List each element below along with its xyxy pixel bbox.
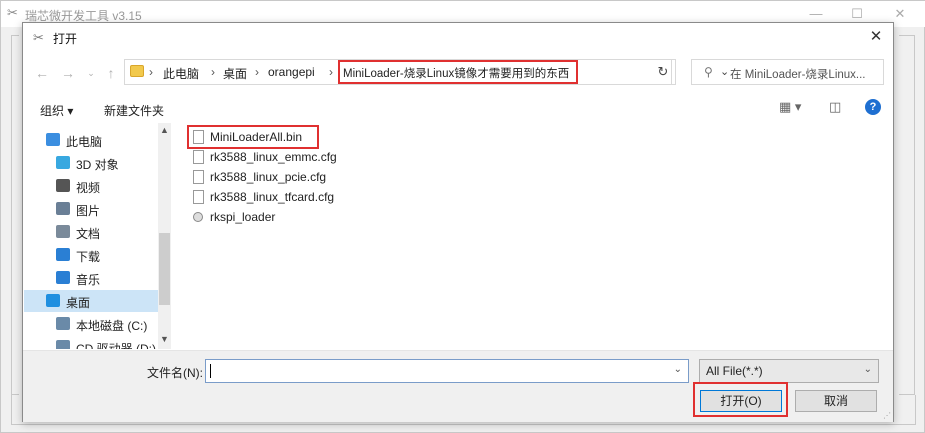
computer-icon xyxy=(46,133,60,146)
breadcrumb-desktop[interactable]: 桌面 xyxy=(223,65,247,82)
film-icon xyxy=(56,179,70,192)
sidebar-item-label: 下载 xyxy=(76,250,101,264)
dialog-title: 打开 xyxy=(53,32,78,46)
open-button[interactable]: 打开(O) xyxy=(700,390,782,412)
file-name: rk3588_linux_emmc.cfg xyxy=(210,150,337,164)
sidebar-item-label: 此电脑 xyxy=(66,135,103,149)
file-list-item[interactable]: MiniLoaderAll.bin xyxy=(187,125,393,149)
file-type-select[interactable]: All File(*.*) ⌄ xyxy=(699,359,879,383)
sidebar-item[interactable]: 本地磁盘 (C:) xyxy=(24,313,158,335)
file-select-panel: 文件名(N): ⌄ All File(*.*) ⌄ 打开(O) 取消 ⋰ xyxy=(23,350,893,422)
cube-icon xyxy=(56,156,70,169)
sidebar-item-label: CD 驱动器 (D:) xyxy=(76,342,156,349)
filename-label: 文件名(N): xyxy=(147,366,203,380)
up-button[interactable]: ↑ xyxy=(103,65,119,81)
app-close-button[interactable]: ✕ xyxy=(885,4,915,24)
file-icon xyxy=(193,150,204,164)
breadcrumb-this-pc[interactable]: 此电脑 xyxy=(163,65,199,82)
tools-icon: ✂ xyxy=(33,30,44,45)
music-icon xyxy=(56,271,70,284)
organize-menu[interactable]: 组织 ▾ xyxy=(40,102,73,119)
file-type-value: All File(*.*) xyxy=(706,364,763,378)
sidebar-item-label: 视频 xyxy=(76,181,101,195)
recent-locations-dropdown[interactable]: ⌄ xyxy=(83,65,99,81)
open-file-dialog: ✂ 打开 ✕ ← → ⌄ ↑ › 此电脑 › 桌面 › orangepi › M… xyxy=(22,22,894,422)
document-icon xyxy=(56,225,70,238)
file-type-dropdown-icon[interactable]: ⌄ xyxy=(864,364,872,375)
navigation-pane: 此电脑 3D 对象视频图片文档下载音乐桌面本地磁盘 (C:) CD 驱动器 (D:)… xyxy=(24,123,171,349)
breadcrumb-separator[interactable]: › xyxy=(329,65,333,79)
breadcrumb-separator[interactable]: › xyxy=(255,65,259,79)
sidebar-item-label: 3D 对象 xyxy=(76,158,119,172)
resize-grip-icon[interactable]: ⋰ xyxy=(883,411,891,420)
dialog-titlebar: ✂ 打开 ✕ xyxy=(23,23,893,51)
highlight-box xyxy=(187,125,319,149)
file-list-item[interactable]: rk3588_linux_emmc.cfg xyxy=(193,148,393,167)
address-bar[interactable]: › 此电脑 › 桌面 › orangepi › MiniLoader-烧录Lin… xyxy=(124,59,729,85)
download-icon xyxy=(56,248,70,261)
cd-drive-icon xyxy=(56,340,70,349)
minimize-button[interactable]: — xyxy=(801,4,831,24)
settings-file-icon xyxy=(193,212,203,222)
sidebar-item[interactable]: 3D 对象 xyxy=(24,152,158,174)
tools-icon: ✂ xyxy=(7,5,18,20)
app-frame-left xyxy=(11,35,19,395)
cancel-button[interactable]: 取消 xyxy=(795,390,877,412)
folder-icon xyxy=(130,65,144,77)
file-icon xyxy=(193,170,204,184)
help-icon[interactable]: ? xyxy=(865,99,881,115)
picture-icon xyxy=(56,202,70,215)
search-box[interactable]: ⚲ 在 MiniLoader-烧录Linux... xyxy=(691,59,884,85)
desktop-icon xyxy=(46,294,60,307)
sidebar-scrollbar[interactable]: ▲ ▼ xyxy=(158,123,171,349)
view-options-icon[interactable]: ▦ ▾ xyxy=(779,99,801,115)
breadcrumb-separator[interactable]: › xyxy=(211,65,215,79)
file-list-item[interactable]: rk3588_linux_tfcard.cfg xyxy=(193,188,393,207)
file-list-item[interactable]: rkspi_loader xyxy=(193,208,393,227)
dialog-close-button[interactable]: ✕ xyxy=(865,27,887,47)
sidebar-item[interactable]: 下载 xyxy=(24,244,158,266)
filename-dropdown-icon[interactable]: ⌄ xyxy=(674,364,682,375)
sidebar-item[interactable]: CD 驱动器 (D:) xyxy=(24,336,158,349)
scroll-up-arrow-icon[interactable]: ▲ xyxy=(159,124,170,136)
filename-input[interactable]: ⌄ xyxy=(205,359,689,383)
app-frame-right xyxy=(899,35,915,395)
sidebar-item-label: 本地磁盘 (C:) xyxy=(76,319,148,333)
refresh-button[interactable]: ↻ xyxy=(651,59,676,85)
file-icon xyxy=(193,190,204,204)
sidebar-item[interactable]: 视频 xyxy=(24,175,158,197)
file-list: MiniLoaderAll.bin rk3588_linux_emmc.cfgrk… xyxy=(183,124,883,348)
sidebar-item[interactable]: 桌面 xyxy=(24,290,158,312)
file-name: rk3588_linux_tfcard.cfg xyxy=(210,190,335,204)
search-placeholder: 在 MiniLoader-烧录Linux... xyxy=(730,69,866,81)
preview-pane-icon[interactable]: ◫ xyxy=(829,99,841,115)
text-cursor xyxy=(210,364,211,378)
sidebar-scroll-thumb[interactable] xyxy=(159,233,170,305)
sidebar-item[interactable]: 音乐 xyxy=(24,267,158,289)
file-list-item[interactable]: rk3588_linux_pcie.cfg xyxy=(193,168,393,187)
breadcrumb-separator[interactable]: › xyxy=(149,65,153,79)
sidebar-item-label: 桌面 xyxy=(66,296,91,310)
drive-icon xyxy=(56,317,70,330)
maximize-button[interactable]: ☐ xyxy=(842,4,872,24)
scroll-down-arrow-icon[interactable]: ▼ xyxy=(159,333,170,345)
file-name: rkspi_loader xyxy=(210,210,276,224)
sidebar-item[interactable]: 文档 xyxy=(24,221,158,243)
new-folder-button[interactable]: 新建文件夹 xyxy=(104,102,164,119)
breadcrumb-orangepi[interactable]: orangepi xyxy=(268,65,315,79)
sidebar-item[interactable]: 图片 xyxy=(24,198,158,220)
sidebar-item[interactable]: 此电脑 xyxy=(24,129,158,151)
sidebar-item-label: 图片 xyxy=(76,204,101,218)
highlight-box xyxy=(338,60,578,84)
search-icon: ⚲ xyxy=(704,65,713,79)
file-name: rk3588_linux_pcie.cfg xyxy=(210,170,327,184)
back-button[interactable]: ← xyxy=(34,65,50,81)
forward-button[interactable]: → xyxy=(60,65,76,81)
sidebar-item-label: 音乐 xyxy=(76,273,101,287)
sidebar-item-label: 文档 xyxy=(76,227,101,241)
